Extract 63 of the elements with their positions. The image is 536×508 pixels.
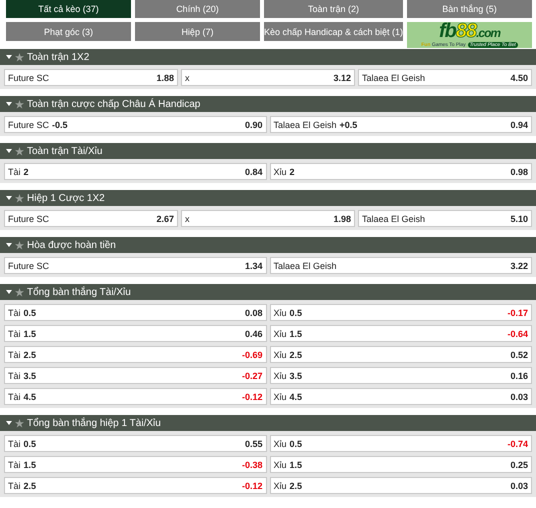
market-title: Tổng bàn thắng Tài/Xỉu bbox=[27, 286, 131, 298]
market-header[interactable]: Tổng bàn thắng hiệp 1 Tài/Xỉu bbox=[0, 415, 536, 431]
caret-icon bbox=[6, 421, 12, 425]
odds-cell[interactable]: Talaea El Geish 5.10 bbox=[358, 210, 532, 227]
caret-icon bbox=[6, 149, 12, 153]
odds-cell[interactable]: Future SC 1.34 bbox=[4, 257, 266, 274]
odds-cell[interactable]: Tài 2 0.84 bbox=[4, 163, 266, 180]
market-header[interactable]: Toàn trận 1X2 bbox=[0, 49, 536, 65]
market-title: Tổng bàn thắng hiệp 1 Tài/Xỉu bbox=[27, 418, 161, 428]
odds-cell[interactable]: Tài 1.5 0.46 bbox=[4, 325, 266, 342]
odds-cell[interactable]: Xỉu 1.5 0.25 bbox=[270, 456, 532, 473]
filter-tab[interactable]: Chính (20) bbox=[134, 0, 260, 18]
star-icon[interactable] bbox=[15, 288, 24, 296]
odds-cell[interactable]: Talaea El Geish 3.22 bbox=[270, 257, 532, 274]
filter-tab[interactable]: Toàn trận (2) bbox=[264, 0, 404, 18]
odds-cell[interactable]: Future SC 2.67 bbox=[4, 210, 178, 227]
odds-cell[interactable]: x 3.12 bbox=[181, 69, 355, 86]
market-header[interactable]: Hiệp 1 Cược 1X2 bbox=[0, 190, 536, 206]
caret-icon bbox=[6, 243, 12, 247]
odds-cell[interactable]: Xỉu 2.5 0.03 bbox=[270, 477, 532, 494]
odds-cell[interactable]: Tài 3.5 -0.27 bbox=[4, 367, 266, 384]
market-title: Hiệp 1 Cược 1X2 bbox=[27, 192, 105, 204]
odds-cell[interactable]: Xỉu 1.5 -0.64 bbox=[270, 325, 532, 342]
market-header[interactable]: Hòa được hoàn tiền bbox=[0, 237, 536, 253]
market-title: Hòa được hoàn tiền bbox=[27, 240, 116, 250]
market-header[interactable]: Toàn trận cược chấp Châu Á Handicap bbox=[0, 96, 536, 112]
odds-cell[interactable]: Tài 2.5 -0.12 bbox=[4, 477, 266, 494]
odds-cell[interactable]: Future SC 1.88 bbox=[4, 69, 178, 86]
market-header[interactable]: Tổng bàn thắng Tài/Xỉu bbox=[0, 284, 536, 300]
market-title: Toàn trận cược chấp Châu Á Handicap bbox=[27, 98, 200, 110]
star-icon[interactable] bbox=[15, 240, 24, 250]
filter-tab[interactable]: Kèo chấp Handicap & cách biệt (1) bbox=[264, 22, 404, 41]
odds-cell[interactable]: Xỉu 2 0.98 bbox=[270, 163, 532, 180]
odds-cell[interactable]: Talaea El Geish 4.50 bbox=[358, 69, 532, 86]
star-icon[interactable] bbox=[15, 146, 24, 156]
star-icon[interactable] bbox=[15, 418, 24, 428]
star-icon[interactable] bbox=[15, 194, 24, 202]
odds-cell[interactable]: Tài 0.5 0.08 bbox=[4, 304, 266, 321]
filter-tab[interactable]: Hiệp (7) bbox=[134, 22, 260, 41]
star-icon[interactable] bbox=[15, 52, 24, 62]
odds-cell[interactable]: Xỉu 2.5 0.52 bbox=[270, 346, 532, 363]
odds-cell[interactable]: Xỉu 0.5 -0.17 bbox=[270, 304, 532, 321]
odds-cell[interactable]: Tài 2.5 -0.69 bbox=[4, 346, 266, 363]
market-header[interactable]: Toàn trận Tài/Xỉu bbox=[0, 143, 536, 159]
odds-cell[interactable]: x 1.98 bbox=[181, 210, 355, 227]
star-icon[interactable] bbox=[15, 100, 24, 108]
caret-icon bbox=[6, 102, 12, 106]
odds-cell[interactable]: Xỉu 0.5 -0.74 bbox=[270, 435, 532, 452]
odds-cell[interactable]: Future SC -0.5 0.90 bbox=[4, 116, 266, 133]
odds-cell[interactable]: Tài 1.5 -0.38 bbox=[4, 456, 266, 473]
odds-cell[interactable]: Xỉu 4.5 0.03 bbox=[270, 388, 532, 405]
filter-tab[interactable]: Phạt góc (3) bbox=[6, 22, 131, 41]
caret-icon bbox=[6, 196, 12, 200]
market-title: Toàn trận Tài/Xỉu bbox=[27, 146, 102, 156]
filter-tab[interactable]: Tất cả kèo (37) bbox=[6, 0, 131, 18]
odds-cell[interactable]: Xỉu 3.5 0.16 bbox=[270, 367, 532, 384]
filter-tab[interactable]: Bàn thắng (5) bbox=[407, 0, 532, 18]
caret-icon bbox=[6, 55, 12, 59]
caret-icon bbox=[6, 290, 12, 294]
odds-cell[interactable]: Talaea El Geish +0.5 0.94 bbox=[270, 116, 532, 133]
market-title: Toàn trận 1X2 bbox=[27, 52, 90, 62]
odds-cell[interactable]: Tài 0.5 0.55 bbox=[4, 435, 266, 452]
odds-cell[interactable]: Tài 4.5 -0.12 bbox=[4, 388, 266, 405]
